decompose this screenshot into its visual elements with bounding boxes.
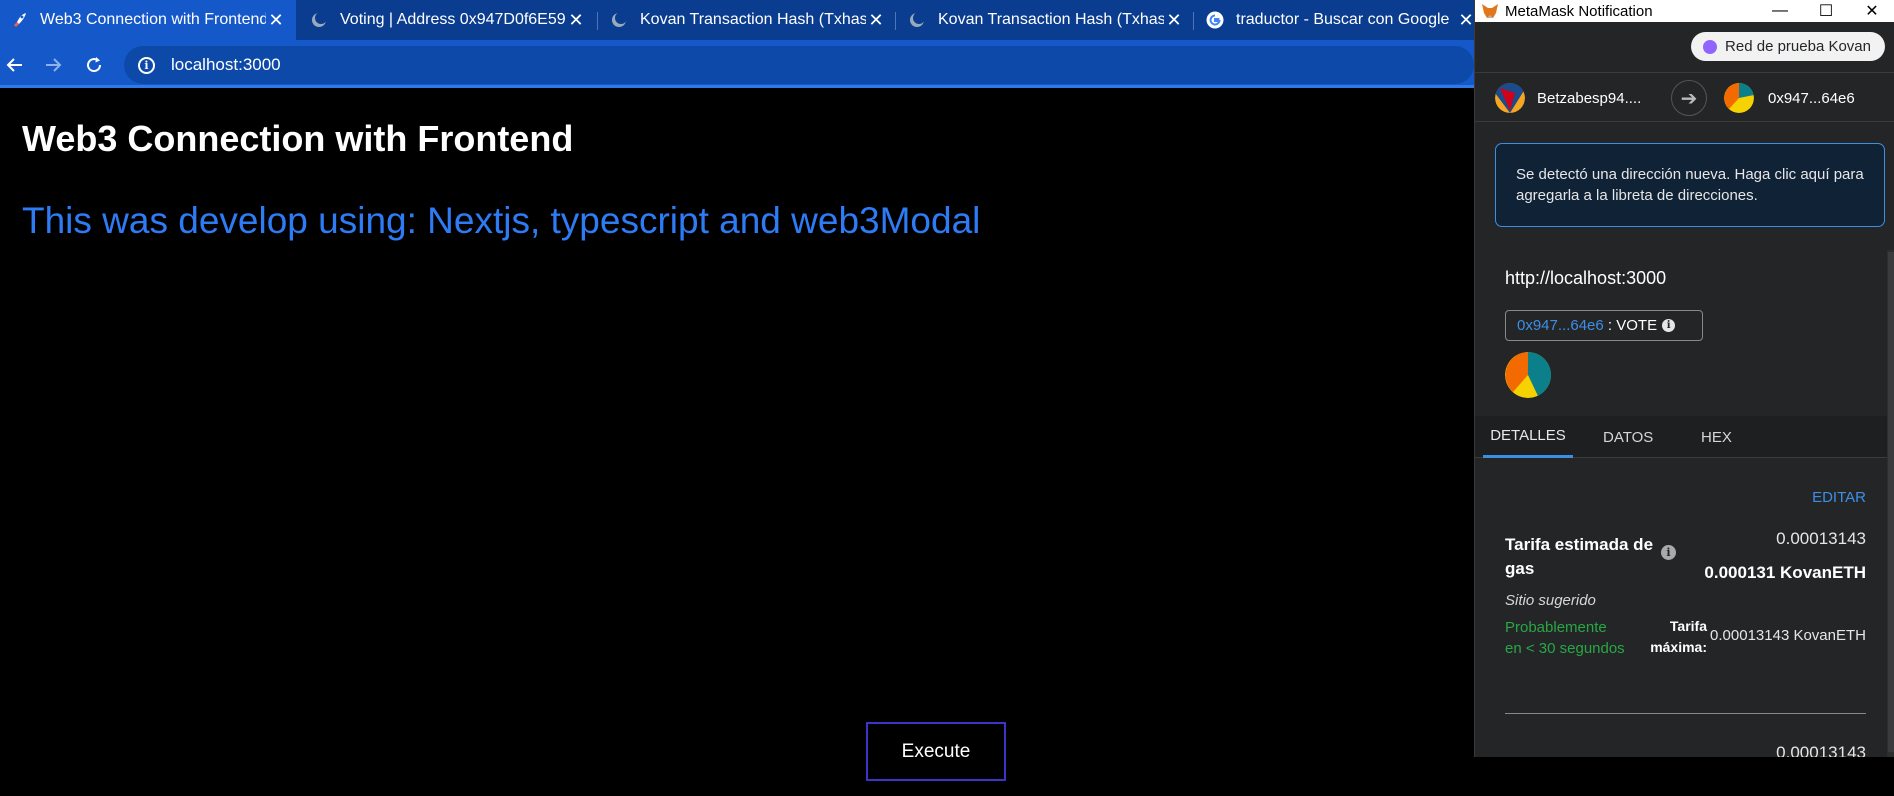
max-fee-value: 0.00013143 KovanETH — [1710, 627, 1866, 644]
rocket-icon — [10, 11, 28, 29]
network-selector[interactable]: Red de prueba Kovan — [1691, 32, 1885, 61]
tab-divider — [597, 12, 598, 30]
tab-hex[interactable]: HEX — [1701, 416, 1732, 458]
to-account[interactable]: 0x947...64e6 — [1724, 73, 1855, 123]
gas-fee-label: Tarifa estimada de gas — [1505, 535, 1654, 578]
new-address-notice[interactable]: Se detectó una dirección nueva. Haga cli… — [1495, 143, 1885, 227]
account-transfer-row: Betzabesp94.... ➔ 0x947...64e6 — [1475, 72, 1894, 122]
gas-fee-value-eth: 0.000131 KovanETH — [1704, 563, 1866, 582]
minimize-icon[interactable]: — — [1757, 0, 1803, 22]
contract-avatar-icon — [1505, 352, 1551, 398]
contract-method-pill[interactable]: 0x947...64e6 : VOTE i — [1505, 310, 1703, 341]
reload-icon[interactable] — [79, 50, 109, 80]
network-dot-icon — [1703, 39, 1718, 54]
tab-divider — [895, 12, 896, 30]
metamask-header: Red de prueba Kovan — [1475, 22, 1894, 72]
account-avatar-icon — [1495, 83, 1525, 113]
site-origin: http://localhost:3000 — [1505, 268, 1667, 288]
close-tab-icon[interactable]: ✕ — [566, 10, 586, 31]
site-suggested-label: Sitio sugerido — [1505, 592, 1596, 609]
arrow-right-icon: ➔ — [1671, 80, 1707, 116]
moon-icon — [610, 11, 628, 29]
gas-info-icon[interactable]: i — [1661, 545, 1676, 560]
metamask-fox-icon — [1481, 2, 1499, 20]
address-bar[interactable]: i localhost:3000 — [124, 46, 1474, 84]
from-account[interactable]: Betzabesp94.... — [1495, 73, 1641, 123]
metamask-window-title: MetaMask Notification — [1505, 2, 1653, 20]
edit-gas-button[interactable]: EDITAR — [1812, 489, 1866, 506]
close-window-icon[interactable]: ✕ — [1849, 0, 1894, 22]
site-info-icon[interactable]: i — [138, 56, 155, 74]
close-tab-icon[interactable]: ✕ — [1164, 10, 1184, 31]
divider — [1505, 713, 1866, 714]
tab-google-traductor[interactable]: traductor - Buscar con Google ✕ — [1196, 0, 1486, 40]
details-panel: EDITAR Tarifa estimada de gas i 0.000131… — [1475, 459, 1894, 757]
from-account-name: Betzabesp94.... — [1537, 89, 1642, 107]
tab-datos[interactable]: DATOS — [1603, 416, 1653, 458]
tab-divider — [1193, 12, 1194, 30]
gas-fee-value: 0.00013143 — [1776, 529, 1866, 548]
tab-title: Kovan Transaction Hash (Txhash) — [640, 11, 866, 28]
to-account-address: 0x947...64e6 — [1768, 89, 1855, 107]
metamask-titlebar: MetaMask Notification — ☐ ✕ — [1475, 0, 1894, 22]
close-tab-icon[interactable]: ✕ — [866, 10, 886, 31]
scrollbar[interactable] — [1887, 250, 1894, 757]
close-tab-icon[interactable]: ✕ — [1456, 10, 1476, 31]
recipient-avatar-icon — [1724, 83, 1754, 113]
tab-kovan-txhash-2[interactable]: Kovan Transaction Hash (Txhash) ✕ — [898, 0, 1194, 40]
metamask-tabs: DETALLES DATOS HEX — [1475, 416, 1894, 458]
tab-title: traductor - Buscar con Google — [1236, 11, 1450, 28]
max-fee-label: Tarifa máxima: — [1650, 618, 1707, 655]
scrollbar-thumb[interactable] — [1888, 252, 1894, 752]
method-name: : VOTE — [1607, 317, 1658, 334]
screen: Web3 Connection with Frontend ✕ Voting |… — [0, 0, 1894, 796]
tab-detalles[interactable]: DETALLES — [1483, 416, 1573, 458]
execute-button[interactable]: Execute — [866, 722, 1006, 781]
tab-web3-connection[interactable]: Web3 Connection with Frontend ✕ — [0, 0, 296, 40]
tab-voting-address[interactable]: Voting | Address 0x947D0f6E5934 ✕ — [300, 0, 596, 40]
page-subtitle: This was develop using: Nextjs, typescri… — [22, 200, 981, 241]
moon-icon — [908, 11, 926, 29]
address-bar-url: localhost:3000 — [171, 55, 281, 74]
metamask-window: MetaMask Notification — ☐ ✕ Red de prueb… — [1474, 0, 1894, 757]
maximize-icon[interactable]: ☐ — [1803, 0, 1849, 22]
tab-title: Web3 Connection with Frontend — [40, 11, 266, 28]
tab-kovan-txhash-1[interactable]: Kovan Transaction Hash (Txhash) ✕ — [600, 0, 896, 40]
google-icon — [1206, 11, 1224, 29]
info-icon[interactable]: i — [1662, 319, 1676, 332]
likely-time-label: Probablemente en < 30 segundos — [1505, 619, 1625, 657]
close-tab-icon[interactable]: ✕ — [266, 10, 286, 31]
network-name: Red de prueba Kovan — [1725, 38, 1871, 55]
moon-icon — [310, 11, 328, 29]
forward-arrow-icon[interactable] — [38, 50, 68, 80]
page-title: Web3 Connection with Frontend — [22, 118, 574, 159]
tab-title: Kovan Transaction Hash (Txhash) — [938, 11, 1164, 28]
contract-address[interactable]: 0x947...64e6 — [1517, 317, 1604, 334]
tab-title: Voting | Address 0x947D0f6E5934 — [340, 11, 566, 28]
total-value: 0.00013143 — [1776, 743, 1866, 757]
back-arrow-icon[interactable] — [0, 50, 30, 80]
